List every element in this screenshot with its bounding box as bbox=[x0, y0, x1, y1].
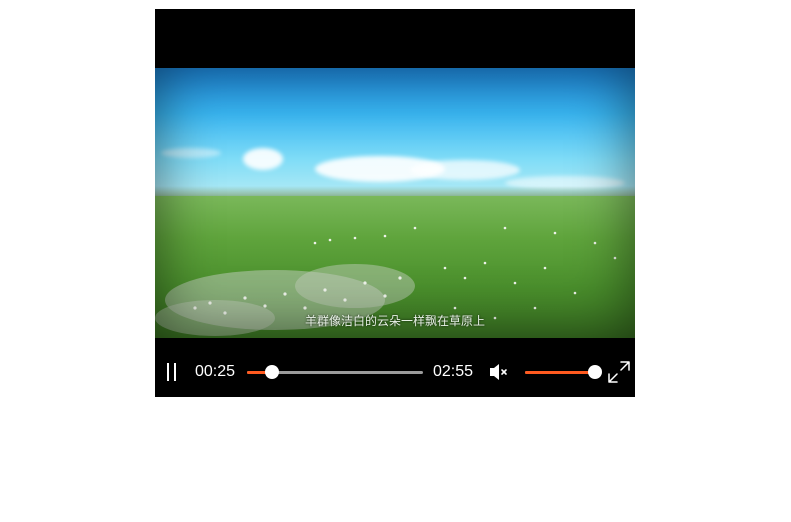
player-controls: 00:25 02:55 bbox=[155, 349, 635, 395]
seek-handle[interactable] bbox=[265, 365, 280, 379]
volume-slider[interactable] bbox=[525, 365, 602, 379]
seek-bar[interactable] bbox=[247, 365, 423, 379]
volume-level bbox=[525, 371, 595, 374]
volume-handle[interactable] bbox=[588, 365, 602, 379]
video-frame[interactable]: 羊群像洁白的云朵一样飘在草原上 bbox=[155, 68, 635, 338]
video-subtitle: 羊群像洁白的云朵一样飘在草原上 bbox=[304, 314, 485, 328]
total-duration: 02:55 bbox=[433, 363, 474, 380]
mute-button[interactable] bbox=[488, 361, 512, 383]
current-time: 00:25 bbox=[195, 363, 236, 380]
video-player[interactable]: 羊群像洁白的云朵一样飘在草原上 00:25 02:55 bbox=[155, 9, 635, 397]
pause-button[interactable] bbox=[165, 361, 179, 383]
fullscreen-button[interactable] bbox=[607, 360, 631, 384]
pause-icon bbox=[167, 363, 169, 381]
pause-icon bbox=[174, 363, 176, 381]
video-vignette bbox=[155, 68, 635, 338]
fullscreen-icon bbox=[608, 361, 630, 383]
speaker-mute-icon bbox=[490, 364, 507, 380]
